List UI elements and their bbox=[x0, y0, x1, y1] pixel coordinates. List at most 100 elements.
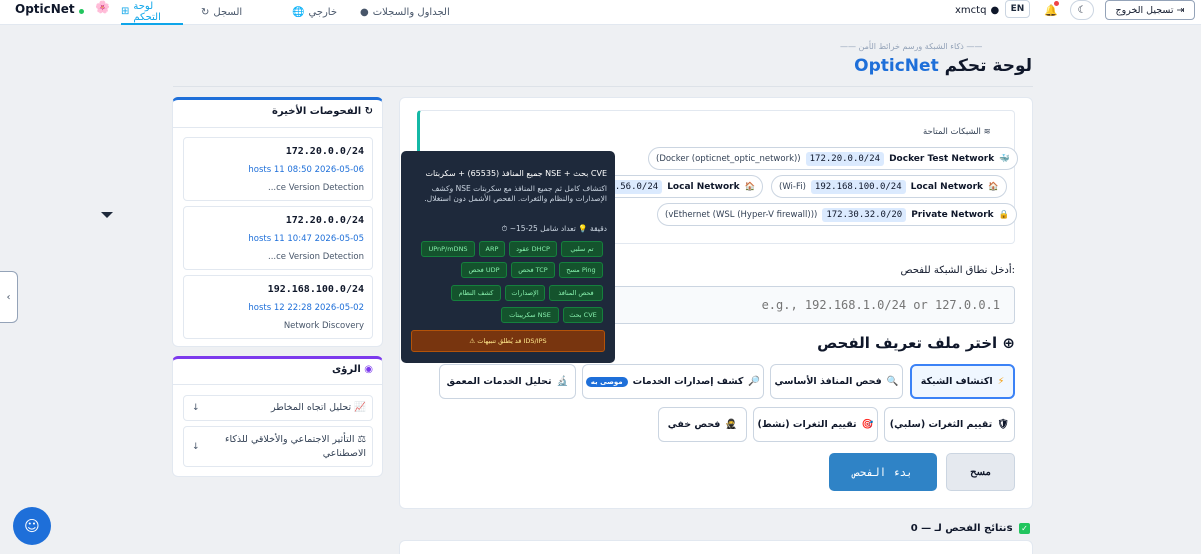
network-name: Docker Test Network bbox=[889, 153, 995, 164]
nav-external-label: خارجي bbox=[308, 7, 338, 18]
network-pill[interactable]: 68.56.0/24 Local Network 🏠 bbox=[592, 175, 764, 198]
tooltip-chip: مسح Ping bbox=[559, 262, 603, 278]
insight-risk-trend[interactable]: تحليل اتجاه المخاطر 📈 ↓ bbox=[183, 395, 373, 421]
panel-divider bbox=[173, 127, 382, 128]
language-button[interactable]: EN bbox=[1005, 0, 1030, 18]
scan-type: Network Discovery bbox=[283, 321, 364, 331]
insight-ai-impact-text: التأثير الاجتماعي والأخلاقي للذكاء الاصط… bbox=[225, 434, 366, 459]
network-cidr: 172.20.0.0/24 bbox=[805, 151, 885, 166]
scan-results-heading: نتائج الفحص لـ — 0s ✓ bbox=[877, 523, 1030, 534]
user-menu[interactable]: xmctq ● bbox=[955, 0, 999, 20]
network-range-input[interactable] bbox=[578, 286, 1015, 324]
recent-scan-item[interactable]: 172.20.0.0/24 hosts 11 08:50 2026-05-06 … bbox=[183, 137, 373, 201]
recent-scan-item[interactable]: 192.168.100.0/24 hosts 12 22:28 2026-05-… bbox=[183, 275, 373, 339]
brand-name[interactable]: OpticNet bbox=[15, 2, 75, 16]
nav-dashboard[interactable]: ⊞ لوحة التحكم bbox=[121, 0, 183, 25]
insight-ai-impact-label: ⚖ التأثير الاجتماعي والأخلاقي للذكاء الا… bbox=[196, 433, 366, 461]
network-pill[interactable]: (Docker (opticnet_optic_network)) 172.20… bbox=[648, 147, 1018, 170]
tooltip-chip: فحص TCP bbox=[511, 262, 555, 278]
check-icon: ✓ bbox=[1019, 523, 1030, 534]
scan-ip: 172.20.0.0/24 bbox=[285, 215, 364, 226]
network-name: Private Network bbox=[911, 209, 994, 220]
network-name: Local Network bbox=[667, 181, 740, 192]
globe-icon: 🌐 bbox=[292, 7, 305, 18]
network-cidr: 192.168.100.0/24 bbox=[810, 179, 906, 194]
robot-icon: ☺ bbox=[24, 517, 40, 535]
tooltip-chip: UPnP/mDNS bbox=[421, 241, 475, 257]
sidebar-toggle-button[interactable]: ‹ bbox=[0, 271, 18, 323]
top-navbar: OpticNet 🌸 ⊞ لوحة التحكم ↻ السجل 🌐 خارجي… bbox=[0, 0, 1201, 25]
scale-icon: ⚖ bbox=[357, 434, 366, 445]
scan-results-text: نتائج الفحص لـ — 0s bbox=[910, 523, 1013, 534]
scan-ip: 192.168.100.0/24 bbox=[267, 284, 364, 295]
profile-vuln-passive[interactable]: تقييم الثغرات (سلبي) 🛡 bbox=[884, 407, 1015, 442]
results-card bbox=[399, 540, 1033, 554]
profile-label: فحص المنافذ الأساسي bbox=[774, 376, 882, 387]
profile-service-versions[interactable]: موصى به كشف إصدارات الخدمات 🔎 bbox=[582, 364, 764, 399]
nav-tables-logs-label: الجداول والسجلات bbox=[372, 7, 450, 18]
shield-icon: 🛡 bbox=[997, 419, 1010, 430]
tooltip-chip: بحث CVE bbox=[563, 307, 603, 323]
profile-vuln-active[interactable]: تقييم الثغرات (نشط) 🎯 bbox=[753, 407, 878, 442]
networks-title-text: الشبكات المتاحة bbox=[923, 127, 981, 137]
scan-meta: hosts 11 08:50 2026-05-06 bbox=[248, 165, 364, 175]
home-icon: 🏠 bbox=[744, 181, 756, 192]
microscope-icon: 🔬 bbox=[556, 376, 569, 387]
profile-basic-ports[interactable]: فحص المنافذ الأساسي 🔍 bbox=[770, 364, 903, 399]
chatbot-button[interactable]: ☺ bbox=[13, 507, 51, 545]
tooltip-chip: فحص UDP bbox=[461, 262, 507, 278]
logout-button[interactable]: تسجيل الخروج ⇥ bbox=[1105, 0, 1195, 20]
profile-label: كشف إصدارات الخدمات bbox=[632, 376, 744, 387]
insight-ai-impact[interactable]: ⚖ التأثير الاجتماعي والأخلاقي للذكاء الا… bbox=[183, 426, 373, 467]
username: xmctq bbox=[955, 4, 987, 16]
lightning-icon: ⚡ bbox=[997, 376, 1005, 387]
status-dot-icon bbox=[79, 9, 84, 14]
tooltip-chip: فحص المنافذ bbox=[549, 285, 603, 301]
tooltip-chip: الإصدارات bbox=[505, 285, 545, 301]
tooltip-time: ⏱ ~15-25 دقيقة 💡 تعداد شامل bbox=[501, 224, 607, 233]
logout-label: تسجيل الخروج bbox=[1115, 4, 1174, 16]
target-icon: 🎯 bbox=[861, 419, 874, 430]
history-icon: ↻ bbox=[201, 7, 210, 18]
nav-history[interactable]: ↻ السجل bbox=[201, 0, 242, 25]
tooltip-warning: ⚠ قد يُطلق تنبيهات IDS/IPS bbox=[411, 330, 605, 352]
chevron-down-icon: ↓ bbox=[192, 403, 200, 413]
tooltip-chip: ARP bbox=[479, 241, 505, 257]
page-title: OpticNet لوحة تحكم bbox=[850, 56, 1032, 76]
scan-ip: 172.20.0.0/24 bbox=[285, 146, 364, 157]
scan-meta: hosts 11 10:47 2026-05-05 bbox=[248, 234, 364, 244]
tooltip-description: اكتشاف كامل ثم جميع المنافذ مع سكربتات N… bbox=[424, 184, 607, 203]
tooltip-title: جميع المنافذ (65535) + سكربتات NSE + بحث… bbox=[425, 169, 607, 178]
chart-line-icon: 📈 bbox=[354, 402, 366, 413]
profile-network-discovery[interactable]: اكتشاف الشبكة ⚡ bbox=[910, 364, 1015, 399]
tooltip-arrow bbox=[101, 212, 113, 218]
page-title-brand: OpticNet bbox=[854, 56, 939, 76]
tooltip-chip: سكريبتات NSE bbox=[501, 307, 559, 323]
clear-button[interactable]: مسح bbox=[946, 453, 1015, 491]
profile-title: اختر ملف تعريف الفحص ⊕ bbox=[800, 334, 1015, 352]
history-icon: ↻ bbox=[364, 106, 373, 117]
profile-stealth[interactable]: فحص خفي 🥷 bbox=[658, 407, 747, 442]
start-scan-button[interactable]: بدء الفحص bbox=[829, 453, 937, 491]
magnifier-icon: 🔎 bbox=[748, 376, 761, 387]
profile-deep-service-analysis[interactable]: تحليل الخدمات المعمق 🔬 bbox=[439, 364, 576, 399]
network-pill[interactable]: (Wi-Fi) 192.168.100.0/24 Local Network 🏠 bbox=[771, 175, 1007, 198]
moon-icon: ☾ bbox=[1077, 4, 1087, 16]
theme-toggle-button[interactable]: ☾ bbox=[1070, 0, 1094, 20]
network-pill[interactable]: (vEthernet (WSL (Hyper-V firewall))) 172… bbox=[657, 203, 1018, 226]
logo-icon: 🌸 bbox=[95, 0, 110, 14]
tooltip-chip: تم سلبي bbox=[561, 241, 603, 257]
insights-title: الرؤى ◉ bbox=[300, 364, 373, 375]
recent-scan-item[interactable]: 172.20.0.0/24 hosts 11 10:47 2026-05-05 … bbox=[183, 206, 373, 270]
nav-tables-logs[interactable]: ● الجداول والسجلات bbox=[360, 0, 450, 25]
page-title-text: لوحة تحكم bbox=[944, 56, 1032, 76]
nav-history-label: السجل bbox=[213, 7, 243, 18]
network-name: Local Network bbox=[910, 181, 984, 192]
nav-external[interactable]: 🌐 خارجي bbox=[292, 0, 337, 25]
scan-type: ...ce Version Detection bbox=[268, 183, 364, 193]
insights-title-text: الرؤى bbox=[331, 364, 361, 375]
lock-icon: 🔒 bbox=[998, 209, 1010, 220]
profile-tooltip: جميع المنافذ (65535) + سكربتات NSE + بحث… bbox=[401, 151, 615, 363]
chevron-down-icon: ↓ bbox=[192, 442, 200, 452]
compass-icon: ◉ bbox=[364, 364, 373, 375]
